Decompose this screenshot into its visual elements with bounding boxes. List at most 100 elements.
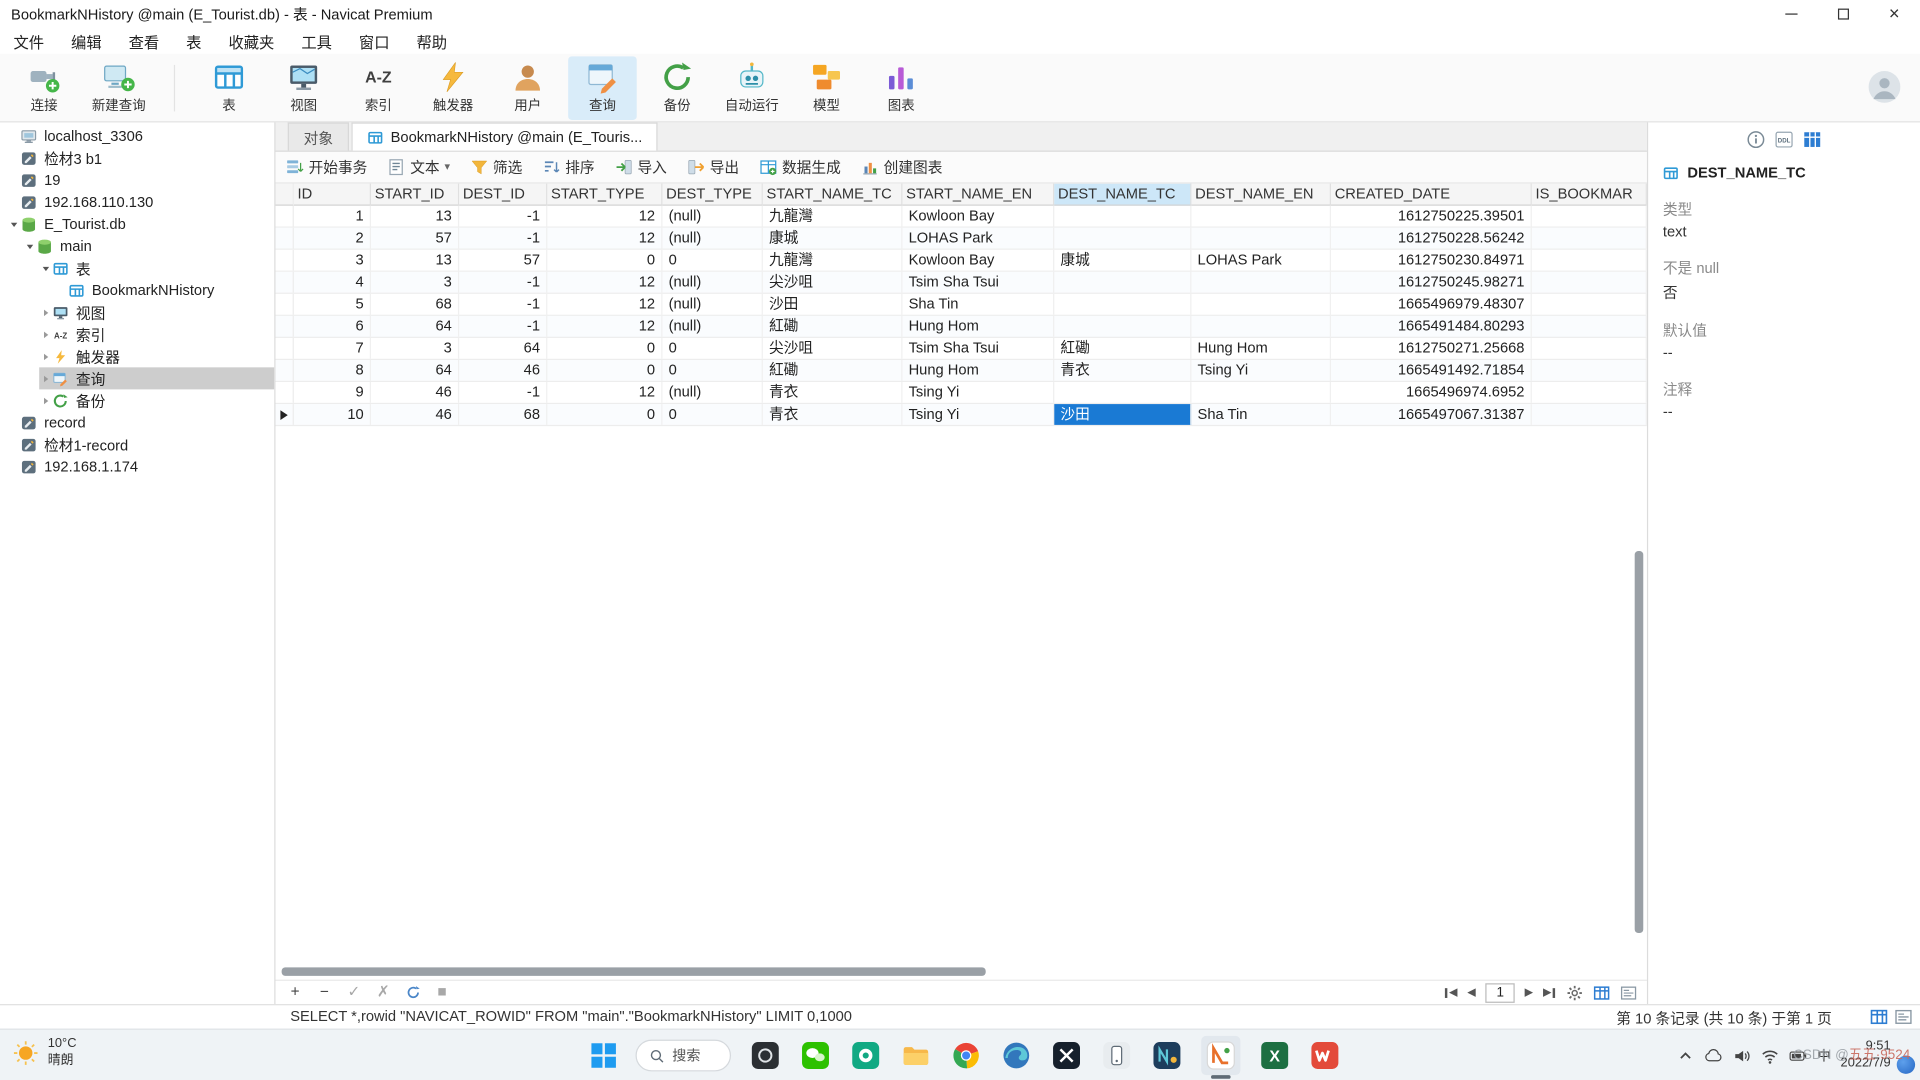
cell-r6-start-name-tc[interactable]: 紅磡 [763, 316, 903, 337]
cell-r7-dest-type[interactable]: 0 [662, 338, 762, 359]
cell-r2-dest-type[interactable]: (null) [662, 228, 762, 249]
cell-r7-id[interactable]: 7 [294, 338, 371, 359]
toolbar-button-automation[interactable]: 自动运行 [718, 56, 787, 120]
cell-r1-dest-name-tc[interactable] [1054, 206, 1191, 227]
toolbar-button-new-query[interactable]: 新建查询 [84, 56, 153, 120]
tree-item-12[interactable]: 备份 [39, 389, 274, 411]
cell-r10-id[interactable]: 10 [294, 404, 371, 425]
cell-r1-id[interactable]: 1 [294, 206, 371, 227]
user-avatar[interactable] [1869, 71, 1901, 103]
app-navy[interactable] [1151, 1040, 1183, 1072]
cell-r2-start-name-tc[interactable]: 康城 [763, 228, 903, 249]
cell-r8-dest-name-en[interactable]: Tsing Yi [1191, 360, 1331, 381]
cell-r5-start-type[interactable]: 12 [547, 294, 662, 315]
column-header-dest-name-en[interactable]: DEST_NAME_EN [1191, 184, 1331, 206]
cell-r6-dest-type[interactable]: (null) [662, 316, 762, 337]
cell-r6-dest-name-tc[interactable] [1054, 316, 1191, 337]
toolbar-button-views[interactable]: 视图 [269, 56, 338, 120]
cell-r3-is-bookmar[interactable] [1532, 250, 1647, 271]
cell-r5-is-bookmar[interactable] [1532, 294, 1647, 315]
cell-r4-dest-name-tc[interactable] [1054, 272, 1191, 293]
cell-r10-start-type[interactable]: 0 [547, 404, 662, 425]
column-header-created-date[interactable]: CREATED_DATE [1331, 184, 1532, 206]
tree-expand-arrow-icon[interactable] [39, 352, 52, 361]
cell-r4-start-id[interactable]: 3 [371, 272, 459, 293]
cell-r2-start-id[interactable]: 57 [371, 228, 459, 249]
cell-r4-dest-name-en[interactable] [1191, 272, 1331, 293]
app-x-dark[interactable] [1051, 1040, 1083, 1072]
cell-r6-dest-name-en[interactable] [1191, 316, 1331, 337]
cell-r6-dest-id[interactable]: -1 [459, 316, 547, 337]
cell-r2-dest-id[interactable]: -1 [459, 228, 547, 249]
add-record-button[interactable]: + [285, 985, 305, 1000]
tree-item-main[interactable]: main [23, 235, 274, 257]
cell-r2-dest-name-en[interactable] [1191, 228, 1331, 249]
cell-r4-id[interactable]: 4 [294, 272, 371, 293]
tree-expand-arrow-icon[interactable] [39, 308, 52, 317]
ddl-toggle-icon[interactable]: DDL [1774, 130, 1794, 150]
cell-r4-start-type[interactable]: 12 [547, 272, 662, 293]
toolbar-button-charts[interactable]: 图表 [867, 56, 936, 120]
cell-r10-is-bookmar[interactable] [1532, 404, 1647, 425]
cell-r9-dest-name-tc[interactable] [1054, 382, 1191, 403]
cell-r2-dest-name-tc[interactable] [1054, 228, 1191, 249]
cell-r6-created-date[interactable]: 1665491484.80293 [1331, 316, 1532, 337]
notification-badge[interactable] [1897, 1056, 1915, 1074]
tree-item-localhost-3306[interactable]: localhost_3306 [7, 125, 274, 147]
horizontal-scrollbar[interactable] [276, 965, 1647, 980]
table-row-9[interactable]: 946-112(null)青衣Tsing Yi1665496974.6952 [276, 382, 1647, 404]
tree-item-192-168-110-130[interactable]: 192.168.110.130 [7, 191, 274, 213]
first-record-button[interactable]: ◀ [1444, 986, 1457, 999]
cell-r6-start-type[interactable]: 12 [547, 316, 662, 337]
cell-r10-created-date[interactable]: 1665497067.31387 [1331, 404, 1532, 425]
menu-item-7[interactable]: 帮助 [403, 25, 461, 56]
table-row-10[interactable]: 10466800青衣Tsing Yi沙田Sha Tin1665497067.31… [276, 404, 1647, 426]
column-header-start-name-tc[interactable]: START_NAME_TC [763, 184, 903, 206]
filter-button[interactable]: 筛选 [470, 157, 523, 178]
table-row-6[interactable]: 664-112(null)紅磡Hung Hom1665491484.80293 [276, 316, 1647, 338]
cell-r1-created-date[interactable]: 1612750225.39501 [1331, 206, 1532, 227]
cell-r2-is-bookmar[interactable] [1532, 228, 1647, 249]
horizontal-scrollbar-thumb[interactable] [282, 967, 986, 976]
battery-icon[interactable] [1789, 1046, 1807, 1064]
app-wechat[interactable] [800, 1040, 832, 1072]
column-header-start-type[interactable]: START_TYPE [547, 184, 662, 206]
cell-r9-start-name-en[interactable]: Tsing Yi [902, 382, 1054, 403]
menu-item-3[interactable]: 表 [173, 25, 215, 56]
app-phone[interactable] [1101, 1040, 1133, 1072]
cell-r3-dest-name-tc[interactable]: 康城 [1054, 250, 1191, 271]
toolbar-button-backup[interactable]: 备份 [643, 56, 712, 120]
tree-collapse-arrow-icon[interactable] [39, 264, 52, 273]
column-header-start-name-en[interactable]: START_NAME_EN [902, 184, 1054, 206]
toolbar-button-tables[interactable]: 表 [195, 56, 264, 120]
toolbar-button-triggers[interactable]: 触发器 [419, 56, 488, 120]
start-button[interactable] [590, 1042, 617, 1069]
app-chrome[interactable] [950, 1040, 982, 1072]
page-number-input[interactable]: 1 [1485, 983, 1514, 1003]
tree-collapse-arrow-icon[interactable] [7, 220, 20, 229]
export-button[interactable]: 导出 [686, 157, 739, 178]
cell-r3-start-type[interactable]: 0 [547, 250, 662, 271]
cell-r3-dest-name-en[interactable]: LOHAS Park [1191, 250, 1331, 271]
app-edge[interactable] [1000, 1040, 1032, 1072]
begin-transaction-button[interactable]: 开始事务 [285, 157, 367, 178]
cell-r4-start-name-en[interactable]: Tsim Sha Tsui [902, 272, 1054, 293]
tree-item-6[interactable]: 表 [39, 257, 274, 279]
cell-r7-created-date[interactable]: 1612750271.25668 [1331, 338, 1532, 359]
cell-r8-start-type[interactable]: 0 [547, 360, 662, 381]
cloud-icon[interactable] [1705, 1046, 1723, 1064]
column-header-dest-name-tc[interactable]: DEST_NAME_TC [1054, 184, 1191, 206]
chevron-up-icon[interactable] [1676, 1046, 1694, 1064]
grid-view-button[interactable] [1593, 984, 1610, 1001]
discard-changes-button[interactable]: ✗ [373, 985, 393, 1000]
cell-r6-is-bookmar[interactable] [1532, 316, 1647, 337]
network-icon[interactable] [1761, 1046, 1779, 1064]
next-record-button[interactable]: ▶ [1525, 986, 1533, 999]
table-row-1[interactable]: 113-112(null)九龍灣Kowloon Bay1612750225.39… [276, 206, 1647, 228]
column-header-start-id[interactable]: START_ID [371, 184, 459, 206]
cell-r5-dest-name-tc[interactable] [1054, 294, 1191, 315]
minimize-button[interactable] [1766, 0, 1817, 27]
cell-r9-dest-id[interactable]: -1 [459, 382, 547, 403]
cell-r1-dest-id[interactable]: -1 [459, 206, 547, 227]
menu-item-6[interactable]: 窗口 [345, 25, 403, 56]
